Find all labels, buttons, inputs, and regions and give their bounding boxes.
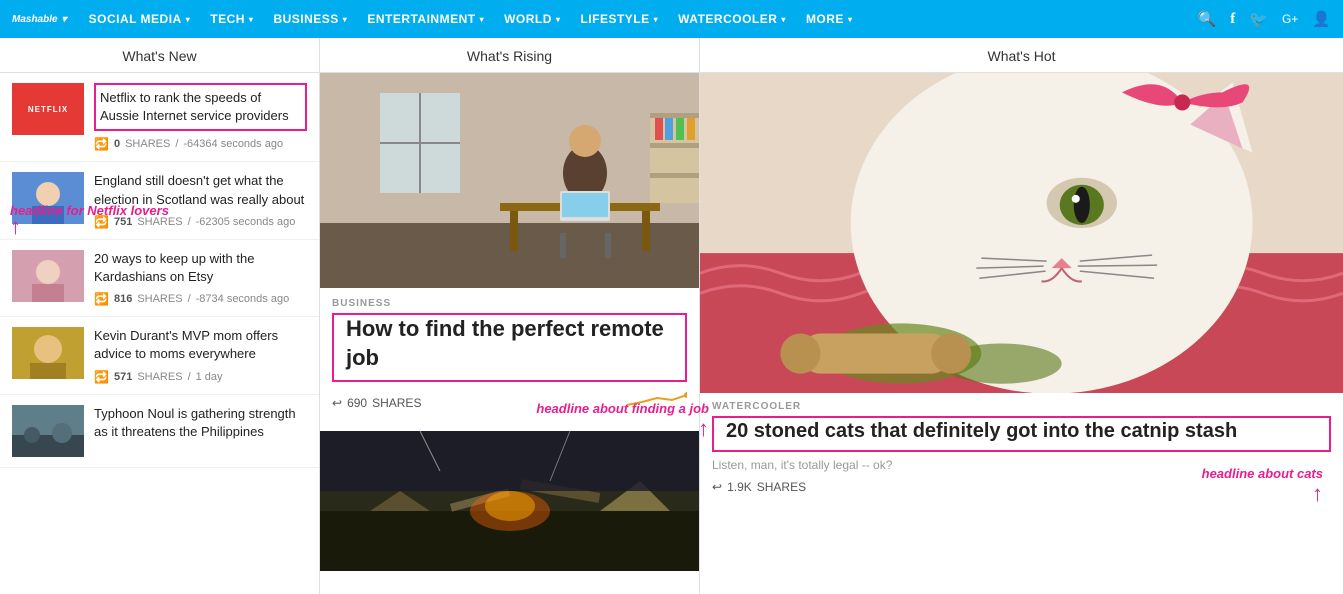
chevron-down-icon: ▾ (186, 15, 191, 24)
chevron-down-icon: ▾ (654, 15, 659, 24)
whats-hot-column: What's Hot (700, 38, 1343, 594)
rising-category: BUSINESS (320, 288, 699, 313)
hot-category: WATERCOOLER (700, 393, 1343, 416)
rising-secondary-image (320, 431, 699, 571)
hot-title[interactable]: 20 stoned cats that definitely got into … (712, 416, 1331, 452)
cat-illustration (700, 73, 1343, 393)
navbar: Mashable ▾ SOCIAL MEDIA ▾ TECH ▾ BUSINES… (0, 0, 1343, 38)
nav-social-media[interactable]: SOCIAL MEDIA ▾ (79, 0, 201, 38)
arrow-up-icon: ↑ (536, 416, 709, 442)
article-meta: 🔁 571 SHARES / 1 day (94, 370, 307, 384)
nav-icons: 🔍 f 🐦 G+ 👤 (1198, 10, 1331, 28)
facebook-icon[interactable]: f (1230, 11, 1235, 28)
share-icon: 🔁 (94, 370, 109, 384)
cats-annotation: headline about cats ↑ (1202, 466, 1323, 507)
desk-scene-illustration (320, 73, 699, 288)
table-row[interactable]: Kevin Durant's MVP mom offers advice to … (0, 317, 319, 394)
article-info: Netflix to rank the speeds of Aussie Int… (94, 83, 307, 151)
article-thumbnail (12, 327, 84, 379)
chevron-down-icon: ▾ (480, 15, 485, 24)
chevron-down-icon: ▾ (781, 15, 786, 24)
chevron-down-icon: ▾ (249, 15, 254, 24)
nav-more[interactable]: MORE ▾ (796, 0, 863, 38)
rising-title[interactable]: How to find the perfect remote job (332, 313, 687, 382)
article-meta: 🔁 0 SHARES / -64364 seconds ago (94, 137, 307, 151)
rising-article-block: How to find the perfect remote job headl… (320, 313, 699, 382)
thumbnail-illustration (12, 327, 84, 379)
article-title: 20 ways to keep up with the Kardashians … (94, 250, 307, 286)
twitter-icon[interactable]: 🐦 (1249, 10, 1268, 28)
nav-lifestyle[interactable]: LIFESTYLE ▾ (570, 0, 668, 38)
nav-items: SOCIAL MEDIA ▾ TECH ▾ BUSINESS ▾ ENTERTA… (79, 0, 1198, 38)
nav-world[interactable]: WORLD ▾ (494, 0, 570, 38)
hot-article-block: 20 stoned cats that definitely got into … (700, 416, 1343, 452)
nav-tech[interactable]: TECH ▾ (200, 0, 263, 38)
googleplus-icon[interactable]: G+ (1282, 12, 1298, 26)
share-icon: 🔁 (94, 292, 109, 306)
whats-rising-header: What's Rising (320, 38, 699, 73)
chevron-down-icon: ▾ (556, 15, 561, 24)
article-thumbnail (12, 250, 84, 302)
share-icon: ↩ (332, 396, 342, 410)
article-meta: 🔁 816 SHARES / -8734 seconds ago (94, 292, 307, 306)
article-thumbnail: NETFLIX (12, 83, 84, 135)
article-list: NETFLIX Netflix to rank the speeds of Au… (0, 73, 319, 468)
whats-rising-column: What's Rising (320, 38, 700, 594)
netflix-annotation: headline for Netflix lovers ↑ (10, 203, 169, 240)
main-content: What's New NETFLIX Netflix to rank the s… (0, 38, 1343, 594)
article-title: Typhoon Noul is gathering strength as it… (94, 405, 307, 441)
whats-hot-header: What's Hot (700, 38, 1343, 73)
article-thumbnail (12, 405, 84, 457)
share-icon: 🔁 (94, 137, 109, 151)
table-row[interactable]: NETFLIX Netflix to rank the speeds of Au… (0, 73, 319, 162)
article-info: Kevin Durant's MVP mom offers advice to … (94, 327, 307, 383)
table-row[interactable]: Typhoon Noul is gathering strength as it… (0, 395, 319, 468)
arrow-up-icon: ↑ (1202, 481, 1323, 507)
share-icon: ↩ (712, 480, 722, 494)
site-logo[interactable]: Mashable ▾ (12, 14, 67, 25)
user-icon[interactable]: 👤 (1312, 10, 1331, 28)
nav-business[interactable]: BUSINESS ▾ (263, 0, 357, 38)
job-annotation: headline about finding a job ↑ (536, 401, 709, 442)
table-row[interactable]: 20 ways to keep up with the Kardashians … (0, 240, 319, 317)
article-info: Typhoon Noul is gathering strength as it… (94, 405, 307, 457)
whats-new-column: What's New NETFLIX Netflix to rank the s… (0, 38, 320, 594)
nav-entertainment[interactable]: ENTERTAINMENT ▾ (357, 0, 494, 38)
article-info: 20 ways to keep up with the Kardashians … (94, 250, 307, 306)
thumbnail-illustration (12, 405, 84, 457)
thumbnail-illustration (12, 250, 84, 302)
whats-new-header: What's New (0, 38, 319, 73)
rising-shares: ↩ 690 SHARES (332, 396, 421, 410)
rising-main-image (320, 73, 699, 288)
chevron-down-icon: ▾ (343, 15, 348, 24)
article-title: Netflix to rank the speeds of Aussie Int… (94, 83, 307, 131)
hot-main-image (700, 73, 1343, 393)
chevron-down-icon: ▾ (848, 15, 853, 24)
article-title: Kevin Durant's MVP mom offers advice to … (94, 327, 307, 363)
nav-watercooler[interactable]: WATERCOOLER ▾ (668, 0, 796, 38)
search-icon[interactable]: 🔍 (1198, 10, 1217, 28)
